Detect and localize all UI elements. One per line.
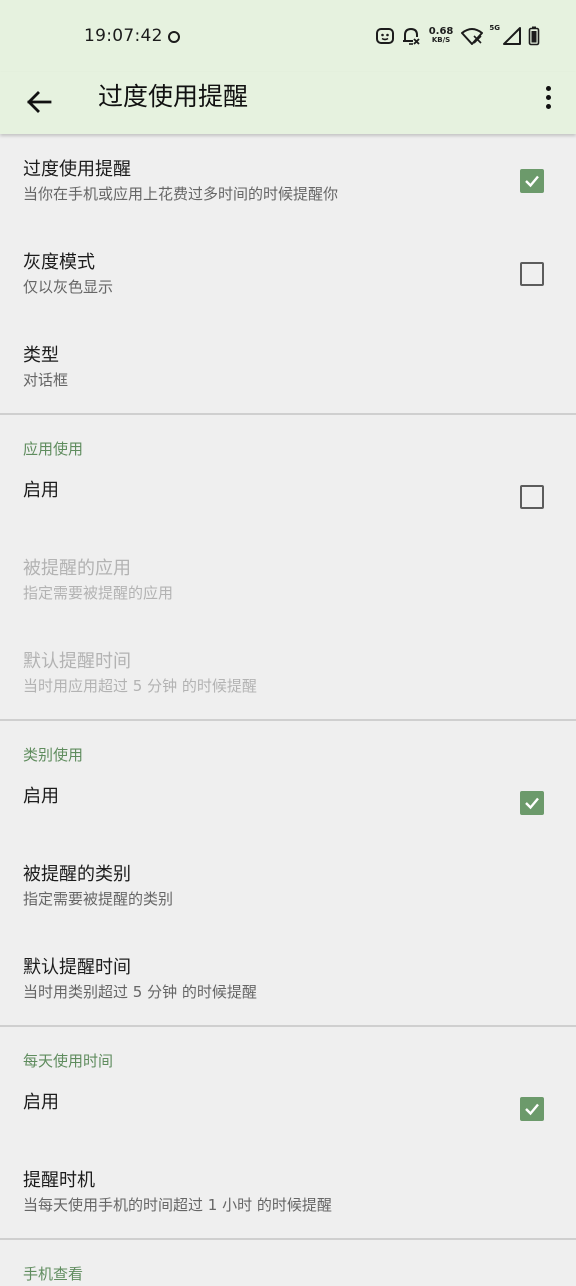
app-notification-icon: [375, 28, 394, 44]
status-icons: 0.68 KB/S 5G: [375, 24, 540, 48]
network-speed: 0.68 KB/S: [428, 26, 454, 45]
battery-icon: [528, 26, 540, 46]
category-title: 每天使用时间: [23, 1052, 114, 1070]
more-vert-icon-dot: [545, 85, 551, 91]
record-indicator-icon: [168, 31, 180, 43]
daily-usage-enable-toggle[interactable]: 启用: [0, 1073, 576, 1145]
category-header-app-usage: 应用使用: [0, 415, 576, 461]
setting-summary: 当每天使用手机的时间超过 1 小时 的时候提醒: [23, 1196, 332, 1214]
app-bar: 过度使用提醒: [0, 72, 576, 134]
more-vert-icon-dot: [545, 103, 551, 109]
status-bar: 19:07:42 0.68 KB/S 5G: [0, 0, 576, 72]
arrow-left-icon: [27, 91, 52, 113]
setting-title: 被提醒的应用: [23, 558, 131, 579]
check-icon: [525, 175, 539, 188]
setting-title: 启用: [23, 480, 59, 501]
overuse-reminder-checkbox[interactable]: [520, 169, 544, 193]
category-usage-enable-toggle[interactable]: 启用: [0, 767, 576, 839]
category-header-category-usage: 类别使用: [0, 721, 576, 767]
setting-summary: 当你在手机或应用上花费过多时间的时候提醒你: [23, 185, 339, 203]
setting-title: 提醒时机: [23, 1170, 95, 1191]
cell-signal-icon: [503, 27, 521, 45]
setting-title: 启用: [23, 1092, 59, 1113]
category-usage-enable-checkbox[interactable]: [520, 791, 544, 815]
setting-summary: 当时用类别超过 5 分钟 的时候提醒: [23, 983, 257, 1001]
reminded-categories-setting[interactable]: 被提醒的类别 指定需要被提醒的类别: [0, 839, 576, 932]
category-default-time-setting[interactable]: 默认提醒时间 当时用类别超过 5 分钟 的时候提醒: [0, 932, 576, 1025]
setting-title: 被提醒的类别: [23, 864, 131, 885]
overuse-reminder-toggle[interactable]: 过度使用提醒 当你在手机或应用上花费过多时间的时候提醒你: [0, 134, 576, 227]
setting-title: 默认提醒时间: [23, 651, 131, 672]
grayscale-mode-toggle[interactable]: 灰度模式 仅以灰色显示: [0, 227, 576, 320]
setting-summary: 仅以灰色显示: [23, 278, 114, 296]
wifi-icon: [461, 28, 484, 45]
setting-title: 过度使用提醒: [23, 159, 131, 180]
network-speed-value: 0.68: [428, 26, 454, 37]
check-icon: [525, 1103, 539, 1116]
more-vert-icon-dot: [545, 94, 551, 100]
setting-title: 启用: [23, 786, 59, 807]
setting-title: 灰度模式: [23, 252, 95, 273]
page-title: 过度使用提醒: [98, 82, 249, 111]
setting-summary: 当时用应用超过 5 分钟 的时候提醒: [23, 677, 257, 695]
setting-summary: 指定需要被提醒的类别: [23, 890, 174, 908]
reminder-type-setting[interactable]: 类型 对话框: [0, 320, 576, 413]
app-usage-enable-checkbox[interactable]: [520, 485, 544, 509]
reminder-timing-setting[interactable]: 提醒时机 当每天使用手机的时间超过 1 小时 的时候提醒: [0, 1145, 576, 1238]
setting-summary: 对话框: [23, 371, 69, 389]
category-header-phone-check: 手机查看: [0, 1240, 576, 1286]
app-default-time-setting: 默认提醒时间 当时用应用超过 5 分钟 的时候提醒: [0, 626, 576, 719]
network-speed-unit: KB/S: [431, 36, 451, 44]
category-header-daily-usage: 每天使用时间: [0, 1027, 576, 1073]
settings-list: 过度使用提醒 当你在手机或应用上花费过多时间的时候提醒你 灰度模式 仅以灰色显示…: [0, 134, 576, 1286]
app-usage-enable-toggle[interactable]: 启用: [0, 461, 576, 533]
setting-summary: 指定需要被提醒的应用: [23, 584, 174, 602]
check-icon: [525, 797, 539, 810]
setting-title: 默认提醒时间: [23, 957, 131, 978]
grayscale-mode-checkbox[interactable]: [520, 262, 544, 286]
more-options-button[interactable]: [538, 82, 558, 112]
setting-title: 类型: [23, 345, 59, 366]
network-type-label: 5G: [489, 24, 500, 32]
bell-muted-icon: [402, 27, 420, 45]
category-title: 手机查看: [23, 1265, 84, 1283]
category-title: 应用使用: [23, 440, 84, 458]
category-title: 类别使用: [23, 746, 84, 764]
daily-usage-enable-checkbox[interactable]: [520, 1097, 544, 1121]
status-time: 19:07:42: [84, 26, 163, 46]
reminded-apps-setting: 被提醒的应用 指定需要被提醒的应用: [0, 533, 576, 626]
back-button[interactable]: [22, 82, 56, 122]
